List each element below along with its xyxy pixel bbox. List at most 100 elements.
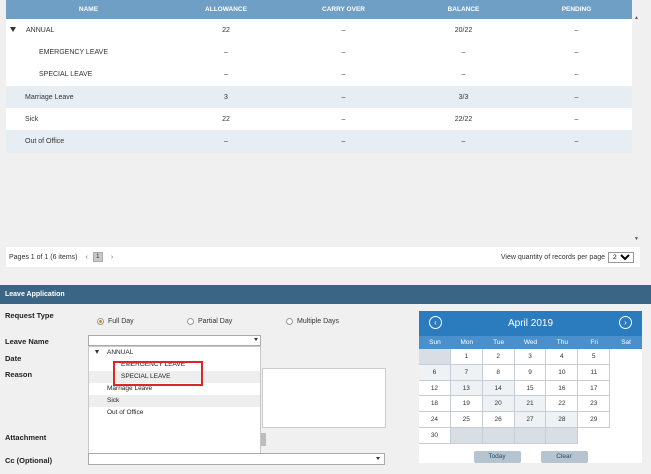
- calendar-day[interactable]: 25: [450, 412, 483, 428]
- reason-textarea[interactable]: [262, 368, 386, 428]
- row-balance: 3/3: [458, 93, 469, 101]
- cc-label: Cc (Optional): [5, 456, 53, 465]
- calendar-day[interactable]: 2: [482, 349, 515, 365]
- calendar-day[interactable]: 14: [482, 380, 515, 397]
- today-button[interactable]: Today: [473, 451, 521, 463]
- calendar-day[interactable]: 8: [482, 364, 515, 381]
- header-balance[interactable]: BALANCE: [406, 6, 521, 13]
- calendar-day[interactable]: 20: [482, 396, 515, 413]
- row-allowance: –: [224, 48, 228, 56]
- table-row[interactable]: Sick 22 – 22/22 –: [6, 108, 632, 131]
- weekday-label: Sat: [621, 339, 631, 346]
- radio-full-day[interactable]: Full Day: [97, 318, 134, 325]
- header-pending[interactable]: PENDING: [521, 6, 632, 13]
- calendar-day[interactable]: 10: [546, 364, 579, 381]
- collapse-triangle-icon[interactable]: [10, 27, 16, 33]
- calendar-day[interactable]: 11: [578, 364, 611, 381]
- scroll-down-arrow-icon[interactable]: ▼: [634, 236, 639, 242]
- radio-icon[interactable]: [286, 318, 293, 325]
- header-carry-over[interactable]: CARRY OVER: [281, 6, 406, 13]
- calendar-day[interactable]: 16: [546, 380, 579, 397]
- calendar-day[interactable]: 21: [514, 396, 547, 413]
- collapse-triangle-icon[interactable]: [95, 350, 99, 355]
- per-page-select[interactable]: 20: [608, 251, 634, 263]
- row-allowance: 3: [224, 93, 228, 101]
- header-allowance[interactable]: ALLOWANCE: [171, 6, 281, 13]
- table-row[interactable]: EMERGENCY LEAVE – – – –: [6, 41, 632, 64]
- chevron-right-icon[interactable]: ›: [619, 316, 632, 329]
- next-page-button[interactable]: ›: [111, 254, 113, 261]
- calendar-day[interactable]: 18: [419, 396, 451, 413]
- calendar-day[interactable]: 29: [578, 412, 611, 428]
- calendar-empty-cell: [514, 427, 547, 444]
- row-pending: –: [574, 93, 579, 101]
- calendar-day[interactable]: 22: [546, 396, 579, 413]
- row-allowance: 22: [222, 115, 230, 123]
- calendar-day[interactable]: 6: [419, 364, 451, 381]
- weekday-label: Mon: [460, 339, 474, 346]
- radio-selected-icon[interactable]: [97, 318, 104, 325]
- row-name: Sick: [25, 115, 39, 123]
- calendar-month-label: April 2019: [507, 318, 554, 329]
- row-balance: –: [461, 138, 466, 146]
- clear-button[interactable]: Clear: [540, 451, 588, 463]
- dropdown-item-annual[interactable]: ANNUAL: [89, 347, 260, 359]
- chevron-left-icon[interactable]: ‹: [429, 316, 442, 329]
- leave-name-select[interactable]: [88, 335, 261, 346]
- calendar-day[interactable]: 28: [546, 412, 579, 428]
- weekday-label: Wed: [523, 339, 538, 346]
- calendar-day[interactable]: 27: [514, 412, 547, 428]
- calendar-day[interactable]: 5: [578, 349, 611, 365]
- dropdown-item-out-of-office[interactable]: Out of Office: [89, 407, 260, 419]
- cc-select[interactable]: [88, 453, 385, 465]
- row-carry-over: –: [341, 115, 346, 123]
- calendar-empty-cell: [419, 349, 451, 365]
- date-calendar: ‹ April 2019 › Sun Mon Tue Wed Thu Fri S…: [419, 311, 642, 463]
- date-label: Date: [5, 354, 22, 363]
- chevron-down-icon[interactable]: [254, 338, 258, 341]
- table-row[interactable]: SPECIAL LEAVE – – – –: [6, 63, 632, 86]
- page-number-button[interactable]: 1: [92, 252, 103, 262]
- row-carry-over: –: [341, 93, 346, 101]
- table-header: NAME ALLOWANCE CARRY OVER BALANCE PENDIN…: [6, 0, 632, 19]
- calendar-day[interactable]: 9: [514, 364, 547, 381]
- calendar-day[interactable]: 23: [578, 396, 611, 413]
- calendar-day[interactable]: 3: [514, 349, 547, 365]
- dropdown-item-sick[interactable]: Sick: [89, 395, 260, 407]
- calendar-day[interactable]: 4: [546, 349, 579, 365]
- attachment-button[interactable]: [261, 433, 266, 446]
- calendar-day[interactable]: 13: [450, 380, 483, 397]
- radio-multiple-days[interactable]: Multiple Days: [286, 318, 339, 325]
- calendar-day[interactable]: 15: [514, 380, 547, 397]
- row-balance: 22/22: [454, 115, 473, 123]
- calendar-day[interactable]: 30: [419, 427, 451, 444]
- header-name[interactable]: NAME: [6, 6, 171, 13]
- table-row[interactable]: Marriage Leave 3 – 3/3 –: [6, 85, 632, 109]
- leave-balance-table: NAME ALLOWANCE CARRY OVER BALANCE PENDIN…: [6, 0, 632, 153]
- row-pending: –: [574, 138, 579, 146]
- row-pending: –: [574, 26, 579, 34]
- prev-page-button[interactable]: ‹: [85, 254, 87, 261]
- calendar-day[interactable]: 24: [419, 412, 451, 428]
- calendar-day[interactable]: 17: [578, 380, 611, 397]
- calendar-day[interactable]: 26: [482, 412, 515, 428]
- radio-icon[interactable]: [187, 318, 194, 325]
- row-balance: –: [461, 71, 466, 79]
- radio-partial-day[interactable]: Partial Day: [187, 318, 232, 325]
- row-allowance: –: [224, 138, 228, 146]
- calendar-day[interactable]: 19: [450, 396, 483, 413]
- calendar-day[interactable]: 12: [419, 380, 451, 397]
- table-row[interactable]: ANNUAL 22 – 20/22 –: [6, 19, 632, 42]
- calendar-day[interactable]: 1: [450, 349, 483, 365]
- table-row[interactable]: Out of Office – – – –: [6, 130, 632, 153]
- row-carry-over: –: [341, 138, 346, 146]
- chevron-down-icon[interactable]: [376, 457, 380, 460]
- weekday-label: Sun: [429, 339, 441, 346]
- scroll-up-arrow-icon[interactable]: ▲: [634, 15, 639, 21]
- row-pending: –: [574, 115, 579, 123]
- row-name: ANNUAL: [26, 26, 55, 34]
- calendar-day[interactable]: 7: [450, 364, 483, 381]
- row-name: SPECIAL LEAVE: [39, 71, 93, 79]
- row-pending: –: [574, 48, 579, 56]
- pages-info: Pages 1 of 1 (6 items): [9, 253, 78, 261]
